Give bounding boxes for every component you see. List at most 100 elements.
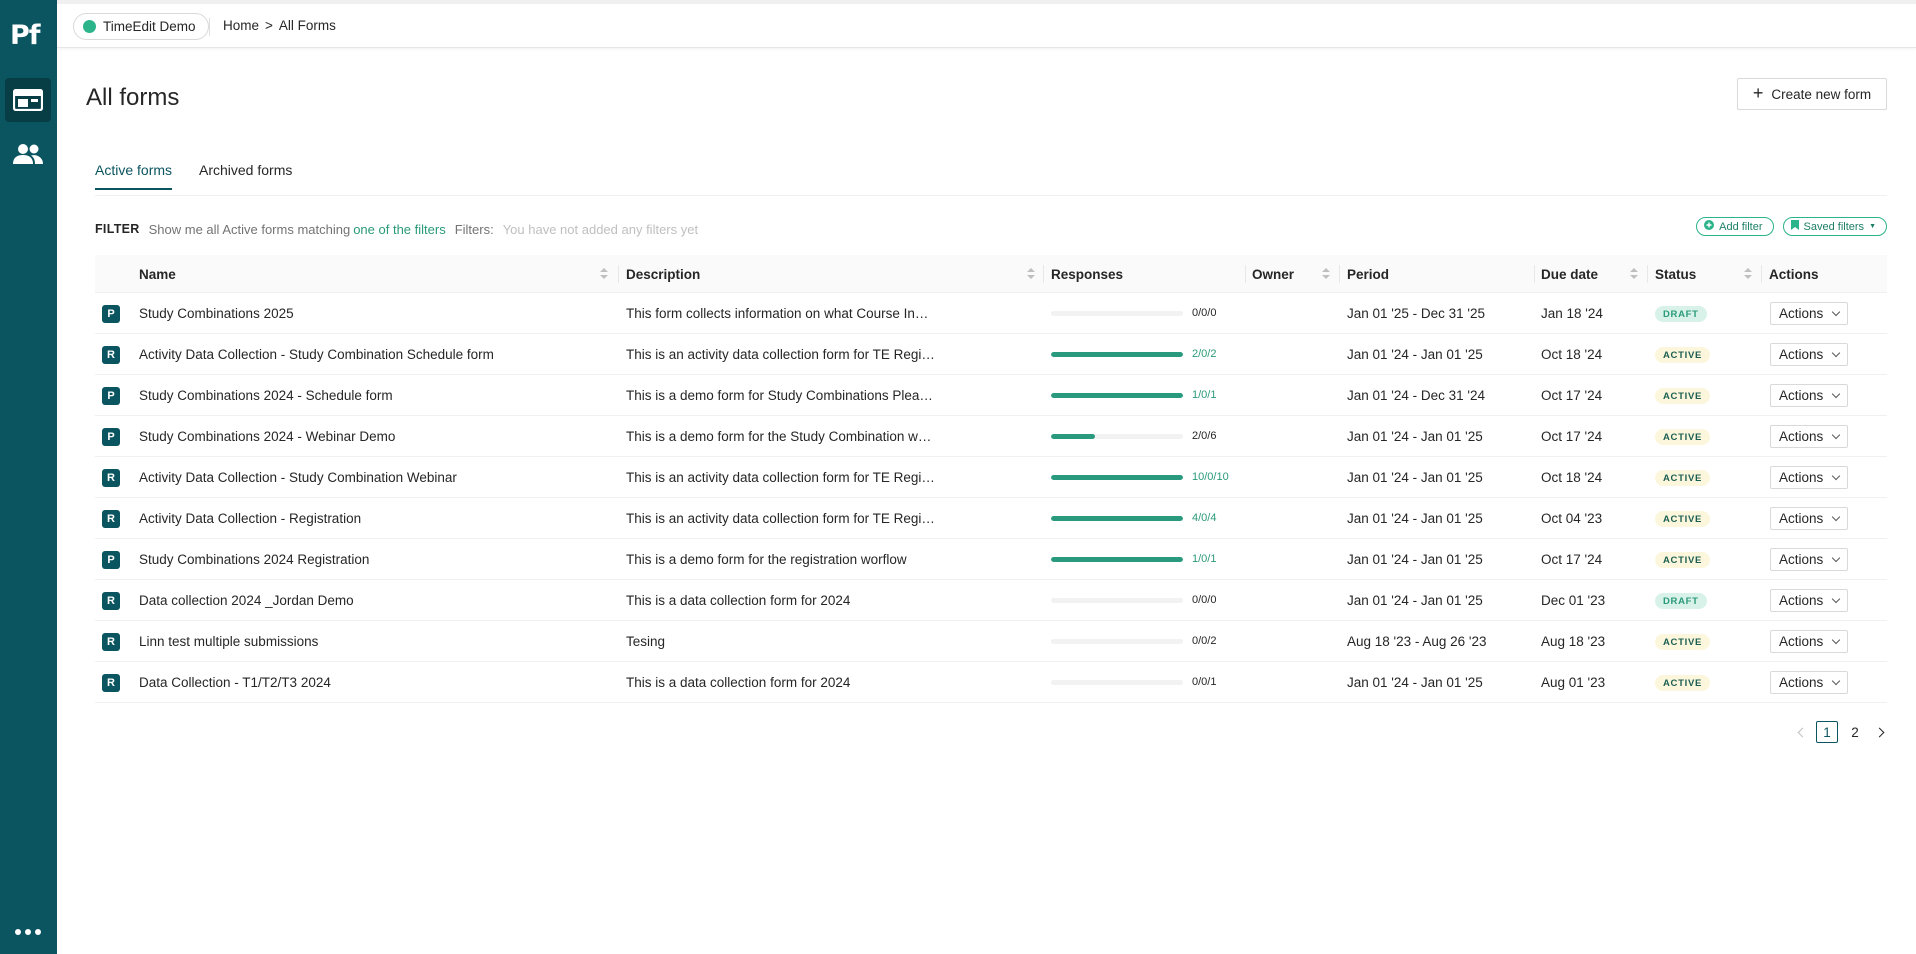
- responses-count: 0/0/0: [1192, 594, 1217, 606]
- actions-label: Actions: [1779, 634, 1824, 649]
- actions-dropdown[interactable]: Actions: [1770, 384, 1848, 407]
- form-period: Jan 01 '25 - Dec 31 '25: [1347, 305, 1485, 321]
- sort-icon[interactable]: [600, 268, 608, 280]
- actions-dropdown[interactable]: Actions: [1770, 425, 1848, 448]
- actions-dropdown[interactable]: Actions: [1770, 589, 1848, 612]
- form-due-date: Oct 17 '24: [1541, 428, 1603, 444]
- form-name[interactable]: Study Combinations 2024 Registration: [139, 539, 609, 579]
- table-row[interactable]: P Study Combinations 2024 - Schedule form…: [95, 375, 1887, 416]
- actions-dropdown[interactable]: Actions: [1770, 671, 1848, 694]
- column-header-due-date[interactable]: Due date: [1541, 255, 1598, 293]
- form-owner: [1252, 662, 1332, 702]
- column-header-owner[interactable]: Owner: [1252, 255, 1294, 293]
- chevron-right-icon: [1874, 727, 1885, 737]
- form-name[interactable]: Activity Data Collection - Study Combina…: [139, 334, 609, 374]
- form-due-date: Dec 01 '23: [1541, 592, 1606, 608]
- actions-dropdown[interactable]: Actions: [1770, 507, 1848, 530]
- form-name[interactable]: Linn test multiple submissions: [139, 621, 609, 661]
- form-period: Jan 01 '24 - Jan 01 '25: [1347, 551, 1483, 567]
- sidebar-item-forms[interactable]: [5, 78, 51, 122]
- actions-label: Actions: [1779, 347, 1824, 362]
- form-name[interactable]: Activity Data Collection - Registration: [139, 498, 609, 538]
- saved-filters-button[interactable]: Saved filters ▼: [1782, 217, 1887, 236]
- pagination: 1 2: [1792, 721, 1890, 743]
- table-row[interactable]: P Study Combinations 2024 Registration Thi…: [95, 539, 1887, 580]
- table-row[interactable]: P Study Combinations 2025 This form collec…: [95, 293, 1887, 334]
- actions-dropdown[interactable]: Actions: [1770, 466, 1848, 489]
- form-owner: [1252, 293, 1332, 333]
- previous-page-button[interactable]: [1792, 721, 1810, 743]
- table-row[interactable]: R Activity Data Collection - Study Combin…: [95, 334, 1887, 375]
- form-name[interactable]: Data Collection - T1/T2/T3 2024: [139, 662, 609, 702]
- form-owner: [1252, 457, 1332, 497]
- form-owner: [1252, 621, 1332, 661]
- form-name[interactable]: Data collection 2024 _Jordan Demo: [139, 580, 609, 620]
- page-button-1[interactable]: 1: [1816, 721, 1838, 743]
- add-filter-button[interactable]: Add filter: [1696, 217, 1774, 236]
- sort-icon[interactable]: [1630, 268, 1638, 280]
- table-header: Name Description Responses Owner Period …: [95, 255, 1887, 293]
- filters-label: Filters:: [454, 221, 494, 237]
- status-badge: ACTIVE: [1655, 347, 1711, 363]
- responses-progress-fill: [1051, 352, 1183, 357]
- tab-active-forms[interactable]: Active forms: [95, 162, 173, 190]
- column-header-description[interactable]: Description: [626, 255, 700, 293]
- next-page-button[interactable]: [1872, 721, 1890, 743]
- actions-label: Actions: [1779, 388, 1824, 403]
- page-button-2[interactable]: 2: [1844, 721, 1866, 743]
- plus-icon: +: [1752, 83, 1764, 103]
- status-badge: ACTIVE: [1655, 470, 1711, 486]
- actions-dropdown[interactable]: Actions: [1770, 302, 1848, 325]
- form-name[interactable]: Study Combinations 2024 - Webinar Demo: [139, 416, 609, 456]
- actions-dropdown[interactable]: Actions: [1770, 548, 1848, 571]
- table-row[interactable]: P Study Combinations 2024 - Webinar Demo T…: [95, 416, 1887, 457]
- plus-circle-icon: [1704, 220, 1715, 233]
- chevron-down-icon: [1831, 512, 1841, 521]
- table-row[interactable]: R Linn test multiple submissions Tesing 0/0…: [95, 621, 1887, 662]
- more-menu-button[interactable]: [5, 908, 51, 952]
- column-header-status[interactable]: Status: [1655, 255, 1696, 293]
- responses-count: 4/0/4: [1192, 512, 1217, 524]
- responses-count: 1/0/1: [1192, 553, 1217, 565]
- create-new-form-button[interactable]: + Create new form: [1737, 78, 1887, 110]
- form-due-date: Oct 18 '24: [1541, 346, 1603, 362]
- status-badge: DRAFT: [1655, 306, 1707, 322]
- form-name[interactable]: Study Combinations 2025: [139, 293, 609, 333]
- breadcrumb: Home > All Forms: [223, 18, 336, 33]
- actions-label: Actions: [1779, 675, 1824, 690]
- actions-dropdown[interactable]: Actions: [1770, 343, 1848, 366]
- column-divider: [1534, 265, 1535, 283]
- form-due-date: Jan 18 '24: [1541, 305, 1603, 321]
- chevron-left-icon: [1797, 727, 1808, 737]
- column-header-name[interactable]: Name: [139, 255, 176, 293]
- sort-icon[interactable]: [1027, 268, 1035, 280]
- actions-dropdown[interactable]: Actions: [1770, 630, 1848, 653]
- sidebar-item-users[interactable]: [5, 132, 51, 176]
- org-name: TimeEdit Demo: [103, 19, 196, 34]
- responses-progress-bar: [1051, 598, 1183, 603]
- form-name[interactable]: Study Combinations 2024 - Schedule form: [139, 375, 609, 415]
- responses-progress-bar: [1051, 516, 1183, 521]
- table-row[interactable]: R Data collection 2024 _Jordan Demo This i…: [95, 580, 1887, 621]
- table-row[interactable]: R Activity Data Collection - Study Combin…: [95, 457, 1887, 498]
- chevron-down-icon: [1831, 676, 1841, 685]
- form-period: Jan 01 '24 - Jan 01 '25: [1347, 469, 1483, 485]
- breadcrumb-home[interactable]: Home: [223, 18, 259, 33]
- org-switcher[interactable]: TimeEdit Demo: [73, 13, 209, 40]
- table-row[interactable]: R Activity Data Collection - Registration…: [95, 498, 1887, 539]
- form-owner: [1252, 580, 1332, 620]
- filter-match-mode-link[interactable]: one of the filters: [353, 222, 446, 237]
- form-due-date: Aug 01 '23: [1541, 674, 1606, 690]
- sort-icon[interactable]: [1744, 268, 1752, 280]
- table-row[interactable]: R Data Collection - T1/T2/T3 2024 This is …: [95, 662, 1887, 703]
- status-badge: ACTIVE: [1655, 634, 1711, 650]
- form-owner: [1252, 416, 1332, 456]
- column-header-actions: Actions: [1769, 266, 1819, 282]
- sort-icon[interactable]: [1322, 268, 1330, 280]
- form-tabs: Active forms Archived forms: [95, 158, 1887, 196]
- users-icon: [12, 143, 44, 165]
- responses-progress-bar: [1051, 557, 1183, 562]
- responses-count: 1/0/1: [1192, 389, 1217, 401]
- form-name[interactable]: Activity Data Collection - Study Combina…: [139, 457, 609, 497]
- tab-archived-forms[interactable]: Archived forms: [199, 162, 292, 188]
